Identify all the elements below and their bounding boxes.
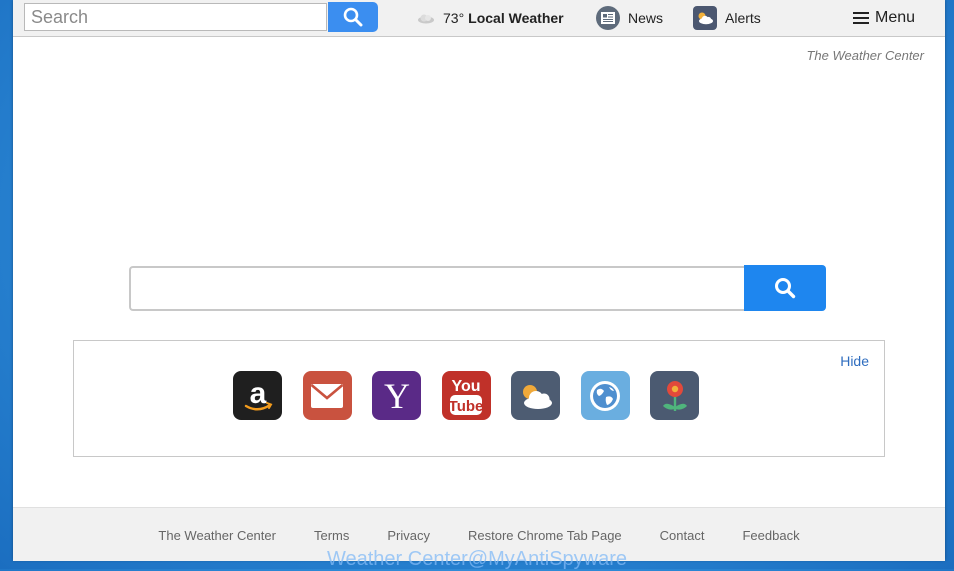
shortcut-tiles: a Y You Tube (233, 371, 720, 420)
footer: The Weather Center Terms Privacy Restore… (13, 507, 945, 561)
svg-text:You: You (451, 378, 480, 395)
search-icon (343, 7, 363, 27)
menu-button[interactable]: Menu (853, 8, 915, 28)
youtube-icon: You Tube (449, 378, 484, 415)
browser-page: 73° Local Weather News (13, 0, 945, 561)
web-shortcut[interactable] (580, 371, 630, 420)
cloud-icon (418, 14, 434, 24)
news-label: News (628, 10, 664, 26)
footer-link-contact[interactable]: Contact (660, 528, 705, 543)
flower-icon (662, 380, 687, 411)
amazon-shortcut[interactable]: a (233, 371, 282, 420)
shortcuts-panel: Hide a Y You Tube (73, 340, 885, 457)
menu-label: Menu (875, 9, 916, 26)
alerts-label: Alerts (725, 10, 761, 26)
weather-alert-icon (693, 6, 717, 30)
amazon-icon: a (244, 377, 272, 410)
partly-cloudy-icon (522, 384, 552, 409)
main-search-input[interactable] (129, 266, 745, 311)
hamburger-icon (853, 12, 869, 24)
weather-label: Local Weather (468, 10, 564, 26)
yahoo-shortcut[interactable]: Y (372, 371, 421, 420)
yahoo-icon: Y (384, 376, 410, 416)
main-search-button[interactable] (744, 265, 826, 311)
youtube-shortcut[interactable]: You Tube (441, 371, 491, 420)
top-search-input[interactable] (24, 3, 327, 31)
news-link[interactable]: News (596, 5, 663, 31)
local-weather-widget[interactable]: 73° Local Weather (417, 8, 564, 28)
gmail-shortcut[interactable] (302, 371, 352, 420)
top-search-button[interactable] (328, 2, 378, 32)
footer-link-privacy[interactable]: Privacy (387, 528, 430, 543)
svg-text:Y: Y (384, 376, 410, 416)
mail-icon (310, 383, 344, 408)
top-toolbar: 73° Local Weather News (13, 0, 945, 37)
footer-link-restore-chrome-tab[interactable]: Restore Chrome Tab Page (468, 528, 622, 543)
hide-shortcuts-link[interactable]: Hide (840, 353, 869, 369)
globe-icon (590, 380, 620, 411)
footer-links: The Weather Center Terms Privacy Restore… (13, 528, 945, 543)
search-icon (775, 278, 796, 299)
weather-shortcut[interactable] (511, 371, 560, 420)
weather-temperature: 73° (443, 10, 465, 26)
svg-text:Tube: Tube (449, 398, 484, 415)
flower-shortcut[interactable] (650, 371, 699, 420)
footer-link-terms[interactable]: Terms (314, 528, 349, 543)
footer-link-weather-center[interactable]: The Weather Center (158, 528, 276, 543)
newspaper-icon (596, 6, 620, 30)
svg-text:a: a (249, 377, 266, 410)
alerts-link[interactable]: Alerts (693, 5, 761, 31)
brand-name: The Weather Center (806, 48, 924, 63)
footer-link-feedback[interactable]: Feedback (742, 528, 799, 543)
